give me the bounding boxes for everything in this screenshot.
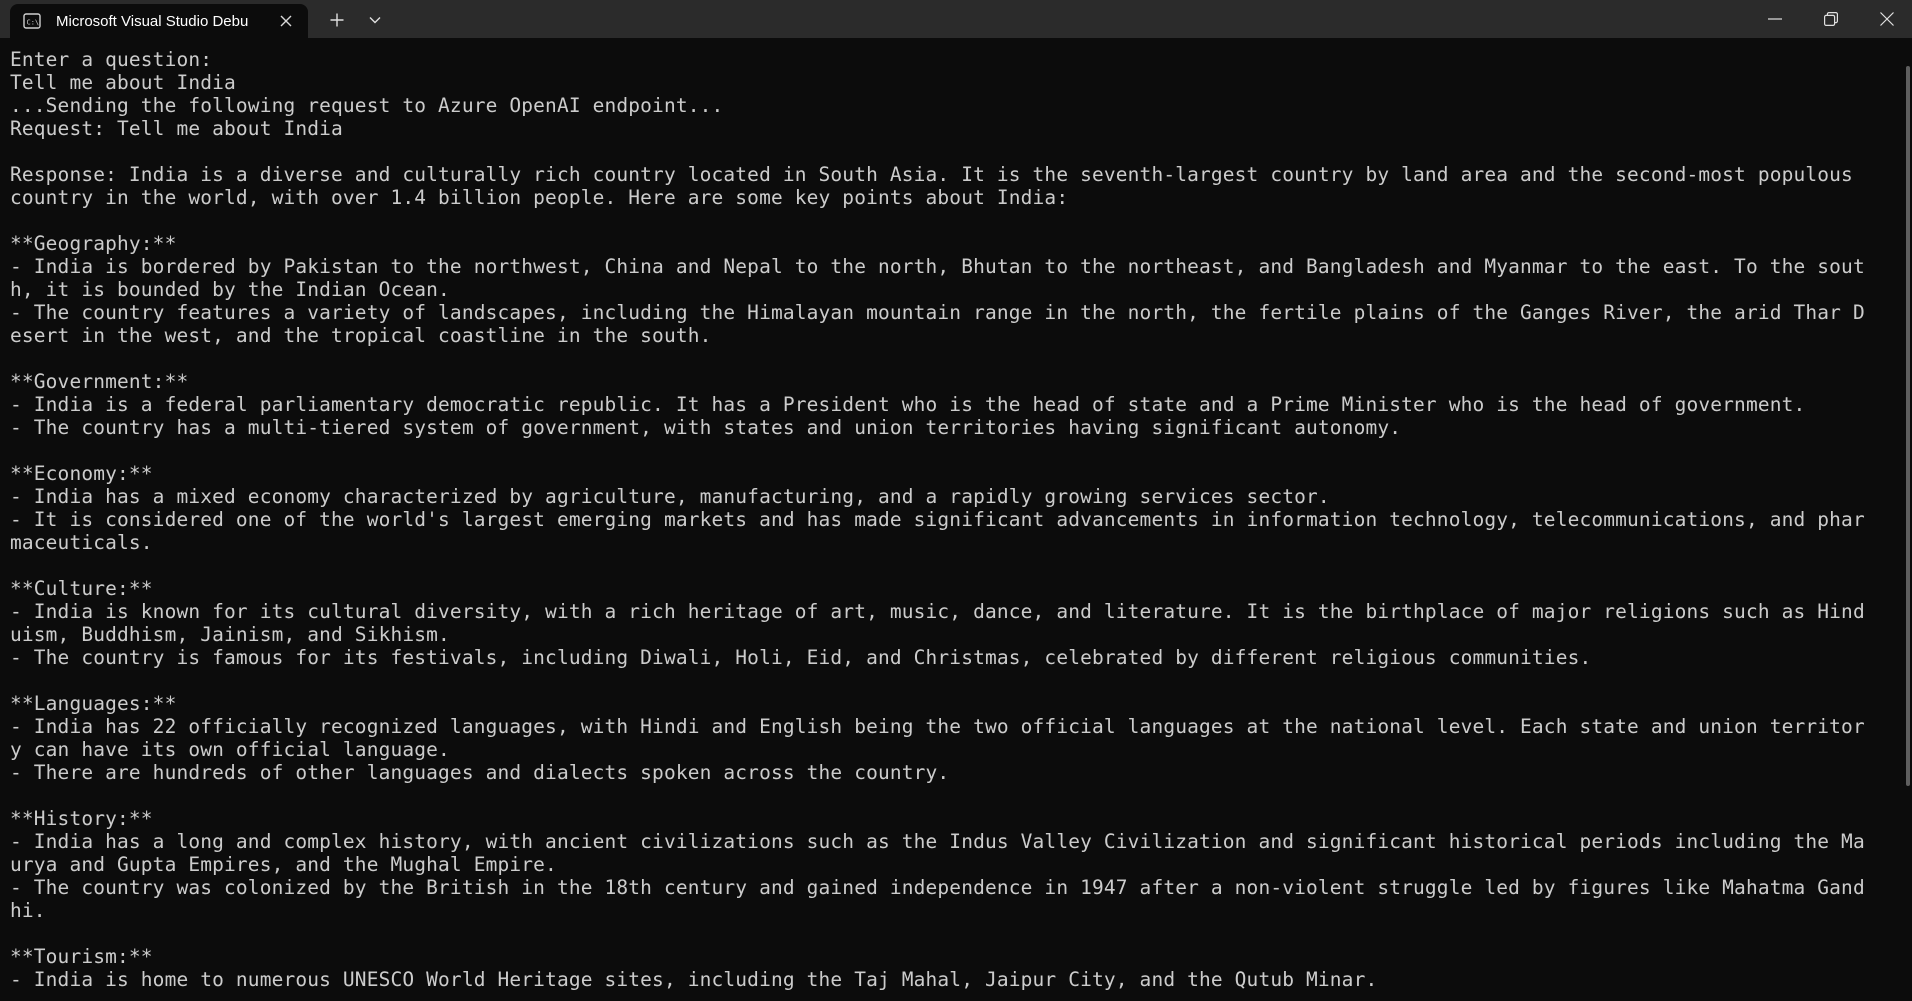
console-line: - It is considered one of the world's la… (10, 508, 1865, 531)
console-line: maceuticals. (10, 531, 153, 554)
restore-icon[interactable] (1803, 0, 1859, 38)
title-bar: C:\ Microsoft Visual Studio Debu (0, 0, 1912, 38)
console-line: - India is home to numerous UNESCO World… (10, 968, 1378, 991)
tab-title: Microsoft Visual Studio Debu (56, 12, 249, 30)
console-output[interactable]: Enter a question: Tell me about India ...S… (10, 48, 1892, 998)
chevron-down-icon[interactable] (358, 7, 392, 33)
console-line: **History:** (10, 807, 153, 830)
console-line: ...Sending the following request to Azur… (10, 94, 724, 117)
console-line: - The country features a variety of land… (10, 301, 1865, 324)
scrollbar[interactable] (1906, 66, 1910, 786)
console-line: - The country is famous for its festival… (10, 646, 1592, 669)
svg-text:C:\: C:\ (27, 19, 40, 27)
console-line: hi. (10, 899, 46, 922)
console-icon: C:\ (22, 11, 42, 31)
console-line: **Languages:** (10, 692, 177, 715)
console-line: - India is bordered by Pakistan to the n… (10, 255, 1865, 278)
close-icon[interactable] (1859, 0, 1912, 38)
console-line: - The country was colonized by the Briti… (10, 876, 1865, 899)
console-line: - There are hundreds of other languages … (10, 761, 950, 784)
console-line: - India has 22 officially recognized lan… (10, 715, 1865, 738)
console-line: - India is known for its cultural divers… (10, 600, 1865, 623)
console-line: h, it is bounded by the Indian Ocean. (10, 278, 450, 301)
terminal-tab[interactable]: C:\ Microsoft Visual Studio Debu (10, 4, 308, 38)
console-line: Request: Tell me about India (10, 117, 343, 140)
minimize-icon[interactable] (1747, 0, 1803, 38)
console-line: - The country has a multi-tiered system … (10, 416, 1402, 439)
console-line: urya and Gupta Empires, and the Mughal E… (10, 853, 557, 876)
tab-close-icon[interactable] (276, 11, 296, 31)
console-line: **Tourism:** (10, 945, 153, 968)
console-line: esert in the west, and the tropical coas… (10, 324, 712, 347)
console-line: **Geography:** (10, 232, 177, 255)
console-line: Enter a question: (10, 48, 213, 71)
console-line: uism, Buddhism, Jainism, and Sikhism. (10, 623, 450, 646)
console-line: - India is a federal parliamentary democ… (10, 393, 1806, 416)
new-tab-plus-icon[interactable] (320, 7, 354, 33)
console-line: - India has a long and complex history, … (10, 830, 1865, 853)
console-line: **Government:** (10, 370, 189, 393)
console-line: - India has a mixed economy characterize… (10, 485, 1330, 508)
console-line: Response: India is a diverse and cultura… (10, 163, 1853, 186)
console-line: y can have its own official language. (10, 738, 450, 761)
console-line: **Economy:** (10, 462, 153, 485)
console-line: **Culture:** (10, 577, 153, 600)
console-line: Tell me about India (10, 71, 236, 94)
console-line: country in the world, with over 1.4 bill… (10, 186, 1069, 209)
